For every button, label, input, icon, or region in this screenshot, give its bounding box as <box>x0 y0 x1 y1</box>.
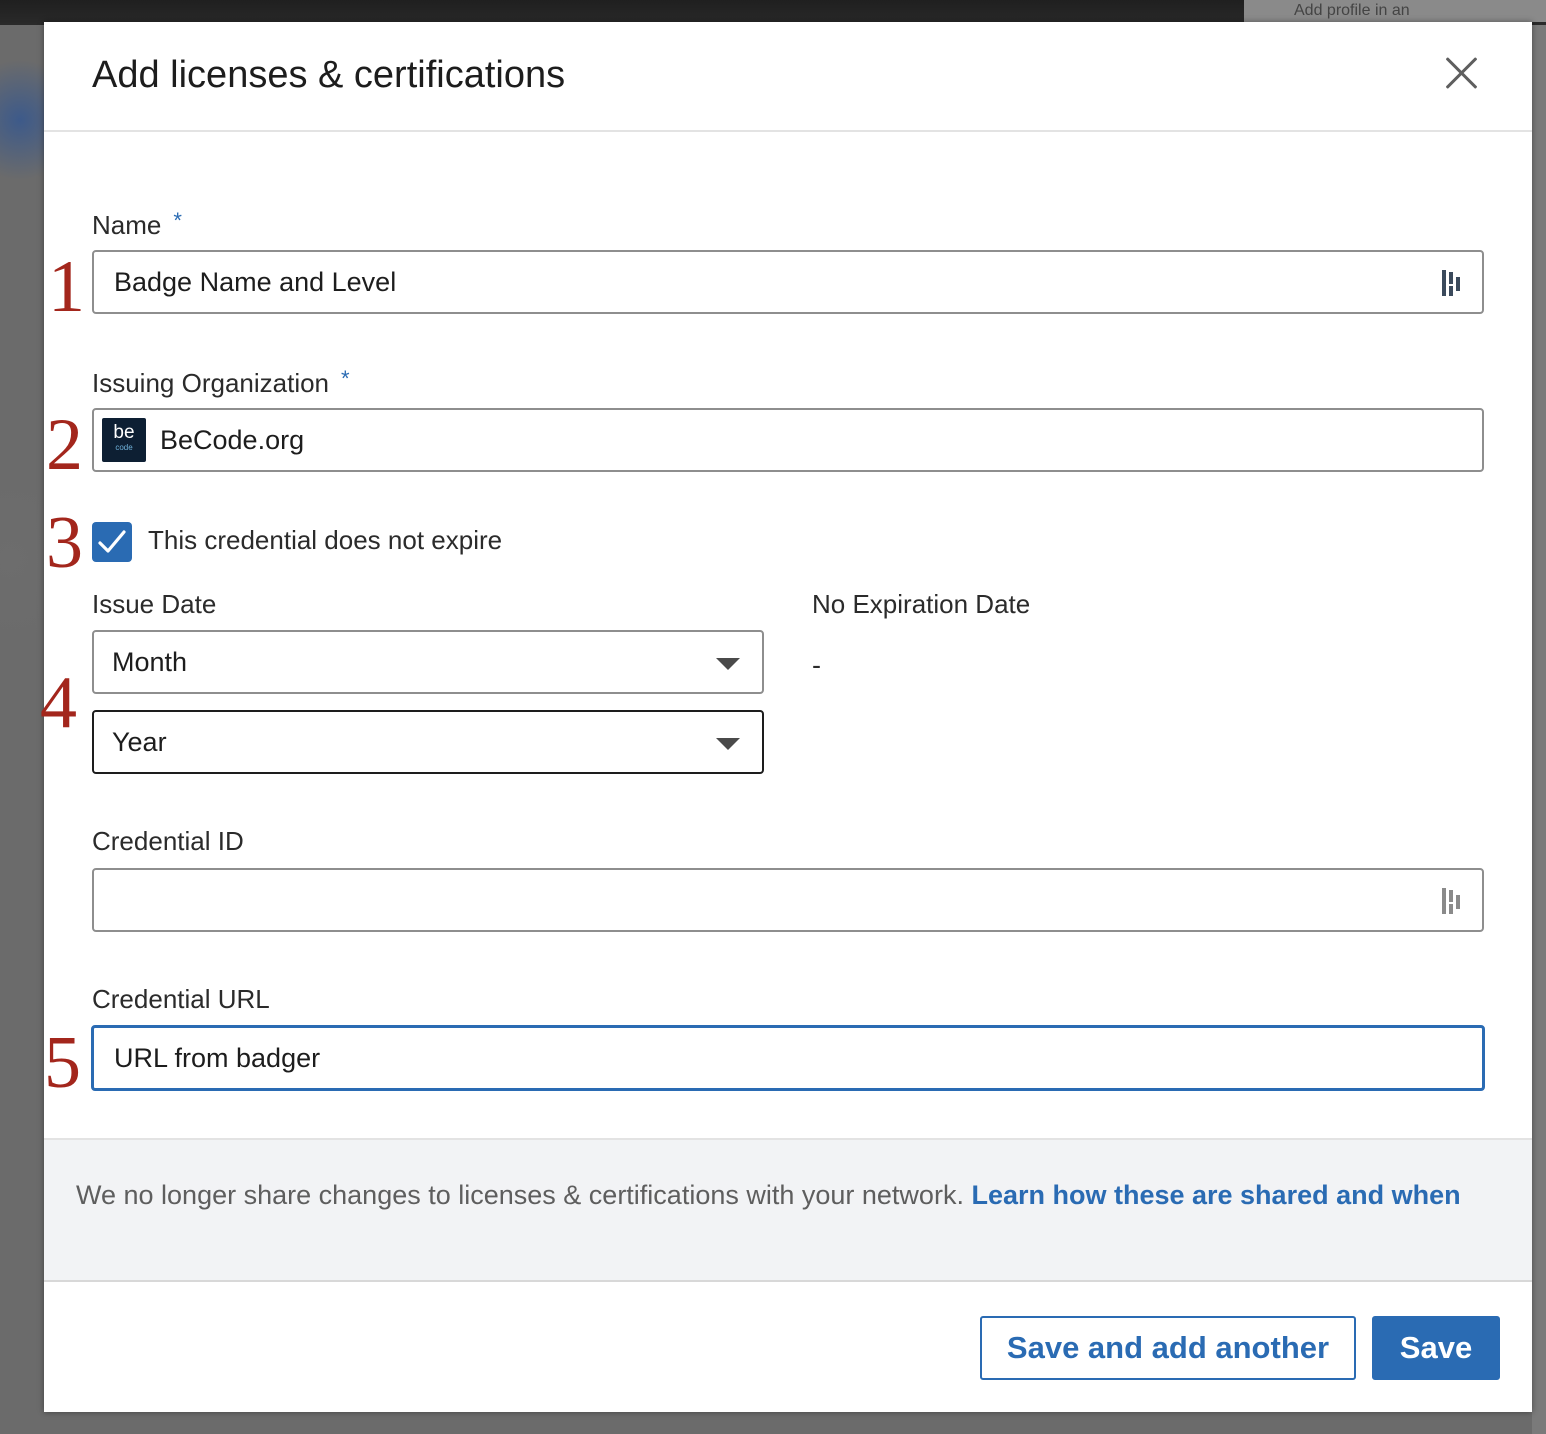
credential-url-label: Credential URL <box>92 984 270 1014</box>
name-label-text: Name <box>92 210 162 240</box>
dialog-header: Add licenses & certifications <box>44 22 1532 132</box>
background-text: Add profile in an <box>1244 0 1546 22</box>
issue-year-select[interactable]: Year <box>92 710 764 774</box>
no-expire-label[interactable]: This credential does not expire <box>148 525 502 556</box>
issuing-org-input[interactable]: be code BeCode.org <box>92 408 1484 472</box>
password-manager-icon[interactable] <box>1440 268 1464 298</box>
required-mark: * <box>341 366 350 391</box>
issuing-org-label: Issuing Organization * <box>92 366 350 399</box>
issuing-org-value: BeCode.org <box>160 424 305 455</box>
save-and-add-another-button[interactable]: Save and add another <box>980 1316 1356 1380</box>
sharing-notice: We no longer share changes to licenses &… <box>44 1138 1532 1282</box>
required-mark: * <box>173 208 182 233</box>
credential-url-input[interactable]: URL from badger <box>91 1025 1485 1091</box>
issue-month-value: Month <box>112 646 188 677</box>
name-input-value: Badge Name and Level <box>114 266 397 297</box>
expiration-date-label: No Expiration Date <box>812 589 1031 619</box>
save-button[interactable]: Save <box>1372 1316 1500 1380</box>
becode-logo: be code <box>102 418 146 462</box>
credential-id-input[interactable] <box>92 868 1484 932</box>
step-number-1: 1 <box>48 246 85 328</box>
issue-date-label: Issue Date <box>92 589 217 619</box>
issuing-org-label-text: Issuing Organization <box>92 368 330 398</box>
issue-year-value: Year <box>112 726 167 757</box>
add-certification-dialog: Add licenses & certifications 1 Name * Ba… <box>40 22 1532 1412</box>
name-label: Name * <box>92 208 182 241</box>
no-expire-checkbox[interactable] <box>92 522 132 562</box>
learn-more-link[interactable]: Learn how these are shared and when <box>971 1180 1460 1210</box>
logo-subtext: code <box>115 443 133 452</box>
sharing-notice-text: We no longer share changes to licenses &… <box>76 1180 972 1210</box>
step-number-4: 4 <box>40 662 77 744</box>
issue-month-select[interactable]: Month <box>92 630 764 694</box>
chevron-down-icon <box>716 658 740 670</box>
name-input[interactable]: Badge Name and Level <box>92 250 1484 314</box>
password-manager-icon[interactable] <box>1440 886 1464 916</box>
checkmark-icon <box>98 530 126 553</box>
close-icon[interactable] <box>1438 50 1484 96</box>
logo-text: be <box>113 422 135 443</box>
dialog-title: Add licenses & certifications <box>92 54 566 96</box>
chevron-down-icon <box>716 738 740 750</box>
step-number-2: 2 <box>46 404 83 486</box>
background-strip <box>1532 25 1546 1434</box>
credential-id-label: Credential ID <box>92 826 244 856</box>
credential-url-value: URL from badger <box>114 1042 321 1073</box>
step-number-3: 3 <box>46 502 83 584</box>
expiration-date-value: - <box>812 650 821 680</box>
step-number-5: 5 <box>44 1022 81 1104</box>
